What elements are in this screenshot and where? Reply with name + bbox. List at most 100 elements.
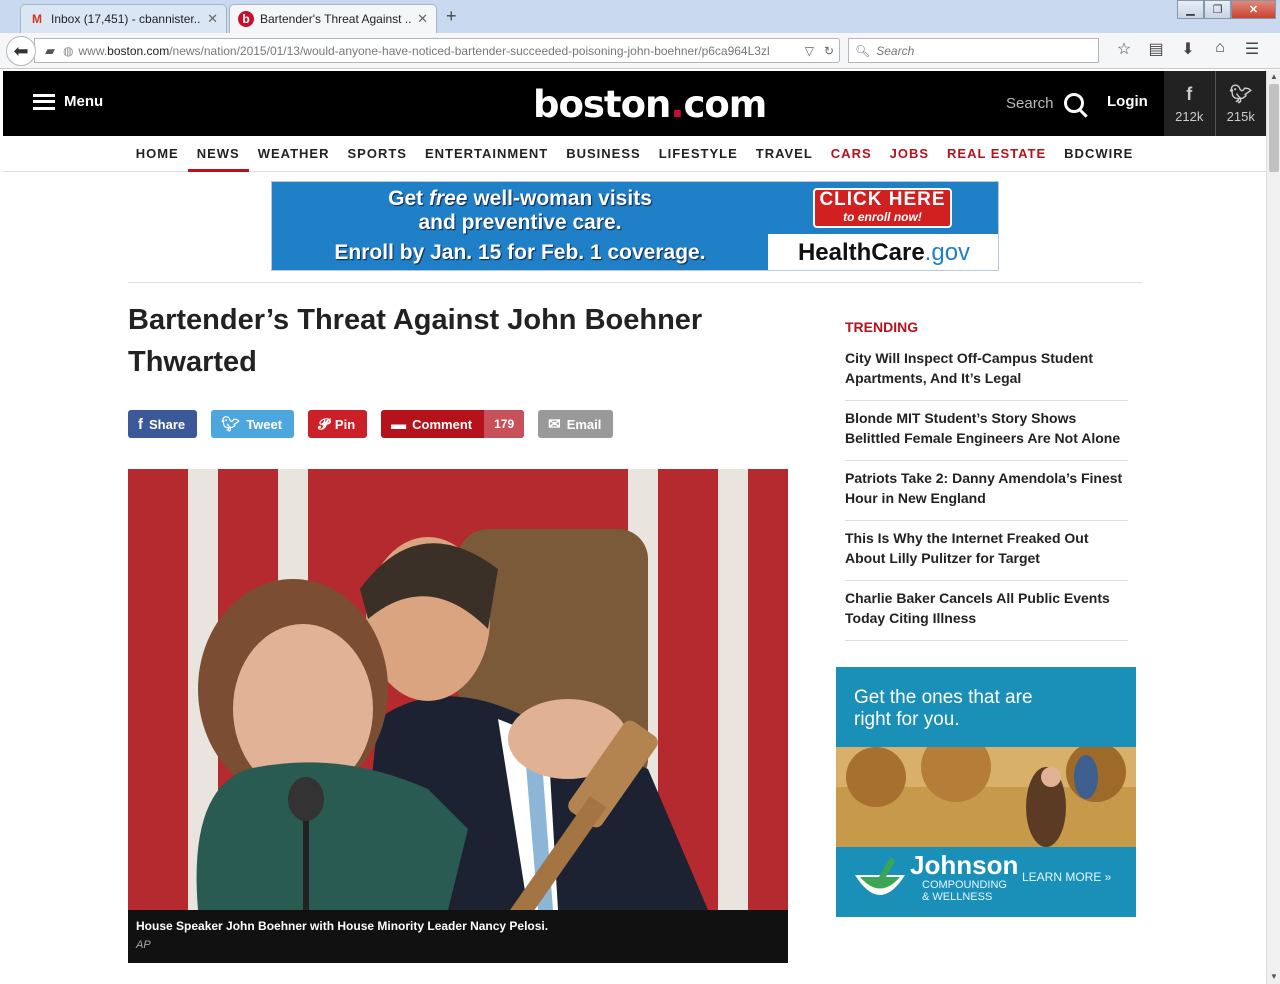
trending-list: City Will Inspect Off-Campus Student Apa… — [845, 341, 1128, 641]
scroll-down-icon[interactable]: ▼ — [1267, 970, 1280, 984]
browser-menu-icon[interactable]: ☰ — [1236, 39, 1268, 59]
ad-click-here-button[interactable]: CLICK HERE to enroll now! — [813, 188, 952, 228]
new-tab-icon[interactable]: + — [446, 6, 457, 27]
trending-item[interactable]: This Is Why the Internet Freaked Out Abo… — [845, 521, 1128, 581]
toolbar-icons: ☆ ▤ ⬇ ⌂ ☰ — [1108, 39, 1268, 59]
nav-real-estate[interactable]: REAL ESTATE — [938, 136, 1055, 172]
scroll-up-icon[interactable]: ▲ — [1267, 70, 1280, 84]
ad-line-3: Enroll by Jan. 15 for Feb. 1 coverage. — [334, 241, 706, 264]
share-buttons: f Share 🐦︎ Tweet 𝓟 Pin ▬ Comment 179 ✉ Email — [128, 410, 627, 438]
header-search-button[interactable]: Search — [1006, 93, 1084, 113]
nav-weather[interactable]: WEATHER — [249, 136, 339, 172]
pinterest-icon: 𝓟 — [318, 415, 329, 433]
photo-illustration — [128, 469, 788, 910]
caption-text: House Speaker John Boehner with House Mi… — [136, 919, 549, 933]
article-photo[interactable] — [128, 469, 788, 910]
close-tab-icon[interactable]: ✕ — [417, 11, 428, 27]
ad-photo — [836, 747, 1136, 847]
menu-label: Menu — [64, 93, 104, 110]
ad-brand-subtitle: COMPOUNDING & WELLNESS — [922, 879, 1007, 903]
ad-brand-name: Johnson — [910, 850, 1019, 880]
window-controls: ▁ ❐ ✕ — [1177, 0, 1276, 19]
comment-icon: ▬ — [391, 415, 407, 433]
tab-title: Bartender's Threat Against ... — [260, 12, 412, 26]
home-icon[interactable]: ⌂ — [1204, 39, 1236, 59]
pinterest-share-button[interactable]: 𝓟 Pin — [308, 410, 368, 438]
learn-more-link[interactable]: LEARN MORE » — [1022, 870, 1111, 884]
tab-gmail[interactable]: M Inbox (17,451) - cbannister... ✕ — [20, 4, 227, 33]
trending-item[interactable]: Charlie Baker Cancels All Public Events … — [845, 581, 1128, 641]
trending-item[interactable]: Patriots Take 2: Danny Amendola’s Finest… — [845, 461, 1128, 521]
nav-entertainment[interactable]: ENTERTAINMENT — [416, 136, 557, 172]
twitter-icon: 🐦︎ — [1229, 83, 1253, 104]
gmail-icon: M — [32, 12, 42, 26]
nav-travel[interactable]: TRAVEL — [747, 136, 822, 172]
search-label: Search — [1006, 94, 1054, 112]
twitter-share-button[interactable]: 🐦︎ Tweet — [211, 410, 295, 438]
maximize-icon[interactable]: ❐ — [1204, 0, 1231, 19]
site-nav: HOME NEWS WEATHER SPORTS ENTERTAINMENT BUSINE… — [3, 136, 1266, 172]
close-tab-icon[interactable]: ✕ — [207, 11, 218, 27]
site-header: Menu boston.com Search Login f 212k 🐦︎ 2… — [3, 71, 1266, 136]
nav-lifestyle[interactable]: LIFESTYLE — [650, 136, 747, 172]
browser-search-input[interactable]: 🔍︎ Search — [848, 38, 1099, 63]
email-icon: ✉ — [548, 416, 561, 433]
url-text: www.boston.com/news/nation/2015/01/13/wo… — [78, 43, 770, 58]
johnson-ad[interactable]: Get the ones that are right for you. Joh… — [836, 667, 1136, 917]
email-share-button[interactable]: ✉ Email — [538, 410, 614, 438]
ad-title: Get the ones that are right for you. — [854, 687, 1033, 730]
login-link[interactable]: Login — [1107, 93, 1148, 110]
browser-toolbar: ▰ ◍ www.boston.com/news/nation/2015/01/1… — [0, 33, 1280, 69]
ad-brand-area: Johnson COMPOUNDING & WELLNESS LEARN MORE… — [836, 847, 1136, 917]
trending-item[interactable]: City Will Inspect Off-Campus Student Apa… — [845, 341, 1128, 401]
window-close-icon[interactable]: ✕ — [1231, 0, 1276, 19]
search-icon — [1063, 93, 1084, 113]
minimize-icon[interactable]: ▁ — [1177, 0, 1204, 19]
facebook-share-button[interactable]: f Share — [128, 410, 198, 438]
healthcare-gov-logo: HealthCare.gov — [768, 234, 998, 270]
page-scrollbar[interactable]: ▲ ▼ — [1266, 70, 1280, 984]
globe-icon: ◍ — [63, 43, 74, 58]
photo-caption: House Speaker John Boehner with House Mi… — [128, 910, 788, 963]
facebook-icon: f — [1186, 83, 1193, 104]
pocket-icon[interactable]: ▰ — [45, 43, 55, 59]
nav-cars[interactable]: CARS — [822, 136, 881, 172]
back-arrow-icon[interactable]: ⬅ — [6, 36, 36, 66]
trending-item[interactable]: Blonde MIT Student’s Story Shows Belittl… — [845, 401, 1128, 461]
address-bar[interactable]: ▰ ◍ www.boston.com/news/nation/2015/01/1… — [34, 38, 840, 63]
dropdown-arrow-icon[interactable]: ▽ — [805, 44, 814, 58]
tab-boston[interactable]: b Bartender's Threat Against ... ✕ — [229, 4, 437, 33]
nav-home[interactable]: HOME — [127, 136, 188, 172]
nav-news[interactable]: NEWS — [187, 136, 249, 172]
divider — [128, 282, 1142, 283]
download-icon[interactable]: ⬇ — [1172, 39, 1204, 59]
nav-bdcwire[interactable]: BDCWIRE — [1055, 136, 1142, 172]
hamburger-icon — [33, 93, 55, 110]
browser-tab-bar: M Inbox (17,451) - cbannister... ✕ b Bar… — [0, 0, 1280, 33]
site-logo[interactable]: boston.com — [533, 83, 767, 126]
ad-line-1: Get free well-woman visits and preventive… — [388, 187, 652, 234]
menu-button[interactable]: Menu — [33, 93, 103, 110]
scroll-thumb[interactable] — [1269, 84, 1279, 172]
comment-count: 179 — [484, 410, 525, 438]
nav-business[interactable]: BUSINESS — [557, 136, 649, 172]
photo-credit: AP — [136, 939, 151, 951]
comment-button[interactable]: ▬ Comment 179 — [381, 410, 525, 438]
reload-icon[interactable]: ↻ — [824, 44, 834, 58]
social-follow-box: f 212k 🐦︎ 215k — [1164, 71, 1266, 136]
article-headline: Bartender’s Threat Against John Boehner … — [128, 304, 703, 378]
facebook-count: 212k — [1175, 108, 1204, 124]
star-icon[interactable]: ☆ — [1108, 39, 1140, 59]
facebook-follow[interactable]: f 212k — [1164, 71, 1215, 136]
boston-favicon-icon: b — [238, 11, 254, 27]
trending-heading: TRENDING — [845, 319, 919, 335]
facebook-icon: f — [138, 415, 143, 433]
nav-sports[interactable]: SPORTS — [338, 136, 415, 172]
twitter-follow[interactable]: 🐦︎ 215k — [1214, 71, 1267, 136]
tab-title: Inbox (17,451) - cbannister... — [51, 12, 202, 26]
nav-jobs[interactable]: JOBS — [881, 136, 938, 172]
reading-list-icon[interactable]: ▤ — [1140, 39, 1172, 59]
mortar-pestle-icon — [855, 857, 905, 895]
healthcare-ad-banner[interactable]: Get free well-woman visits and preventive… — [271, 181, 999, 271]
search-icon: 🔍︎ — [855, 43, 871, 58]
